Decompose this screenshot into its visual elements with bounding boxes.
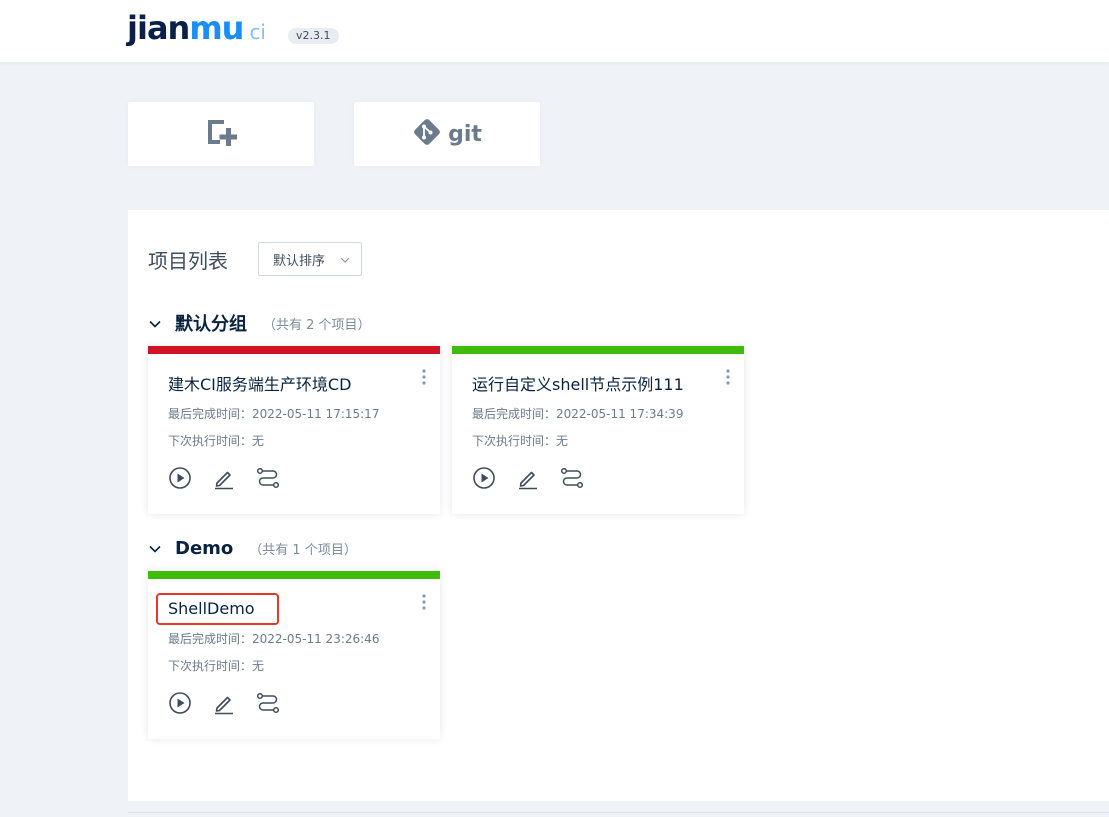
play-icon[interactable] xyxy=(168,691,192,715)
workflow-icon[interactable] xyxy=(560,466,584,490)
project-list-title: 项目列表 xyxy=(148,249,228,273)
card-actions xyxy=(168,466,300,490)
project-name[interactable]: 运行自定义shell节点示例111 xyxy=(472,374,684,396)
version-badge: v2.3.1 xyxy=(288,28,339,44)
chevron-down-icon[interactable] xyxy=(148,541,162,555)
project-card[interactable]: 建木CI服务端生产环境CD 最后完成时间：2022-05-11 17:15:17… xyxy=(148,346,440,514)
more-vertical-icon[interactable] xyxy=(422,593,426,611)
more-vertical-icon[interactable] xyxy=(726,368,730,386)
group-count: （共有 1 个项目） xyxy=(249,542,357,558)
sort-select[interactable]: 默认排序 xyxy=(258,242,362,276)
git-label: git xyxy=(448,121,482,147)
last-completed-time: 最后完成时间：2022-05-11 23:26:46 xyxy=(168,632,380,646)
edit-icon[interactable] xyxy=(212,466,236,490)
jianmu-logo[interactable]: jian mu ci xyxy=(127,8,266,48)
project-card[interactable]: ShellDemo 最后完成时间：2022-05-11 23:26:46 下次执… xyxy=(148,571,440,739)
group-name: 默认分组 xyxy=(175,314,247,335)
group-header-demo[interactable]: Demo （共有 1 个项目） xyxy=(148,536,357,560)
play-icon[interactable] xyxy=(168,466,192,490)
git-import-button[interactable]: git xyxy=(354,102,540,166)
group-count: （共有 2 个项目） xyxy=(263,317,371,333)
card-actions xyxy=(472,466,604,490)
last-completed-time: 最后完成时间：2022-05-11 17:15:17 xyxy=(168,407,380,421)
status-bar-succeeded xyxy=(452,346,744,354)
status-bar-succeeded xyxy=(148,571,440,579)
edit-icon[interactable] xyxy=(516,466,540,490)
next-run-time: 下次执行时间：无 xyxy=(168,434,265,448)
group-name: Demo xyxy=(175,537,234,559)
group-header-default[interactable]: 默认分组 （共有 2 个项目） xyxy=(148,311,371,335)
logo-text-mu: mu xyxy=(189,9,244,47)
logo-text-ci: ci xyxy=(249,20,266,44)
chevron-down-icon xyxy=(339,254,351,270)
edit-icon[interactable] xyxy=(212,691,236,715)
last-completed-time: 最后完成时间：2022-05-11 17:34:39 xyxy=(472,407,684,421)
new-project-button[interactable] xyxy=(128,102,314,166)
workflow-icon[interactable] xyxy=(256,466,280,490)
project-name[interactable]: ShellDemo xyxy=(156,593,279,625)
status-bar-failed xyxy=(148,346,440,354)
next-run-time: 下次执行时间：无 xyxy=(168,659,265,673)
git-icon xyxy=(412,117,442,151)
panel-divider xyxy=(128,812,1109,813)
next-run-time: 下次执行时间：无 xyxy=(472,434,569,448)
logo-text-jian: jian xyxy=(127,9,190,47)
top-bar: jian mu ci v2.3.1 xyxy=(0,0,1109,62)
project-name[interactable]: 建木CI服务端生产环境CD xyxy=(168,374,351,396)
play-icon[interactable] xyxy=(472,466,496,490)
workflow-icon[interactable] xyxy=(256,691,280,715)
more-vertical-icon[interactable] xyxy=(422,368,426,386)
chevron-down-icon[interactable] xyxy=(148,316,162,330)
project-card[interactable]: 运行自定义shell节点示例111 最后完成时间：2022-05-11 17:3… xyxy=(452,346,744,514)
new-project-icon xyxy=(205,117,238,151)
card-actions xyxy=(168,691,300,715)
sort-select-value: 默认排序 xyxy=(273,253,326,269)
